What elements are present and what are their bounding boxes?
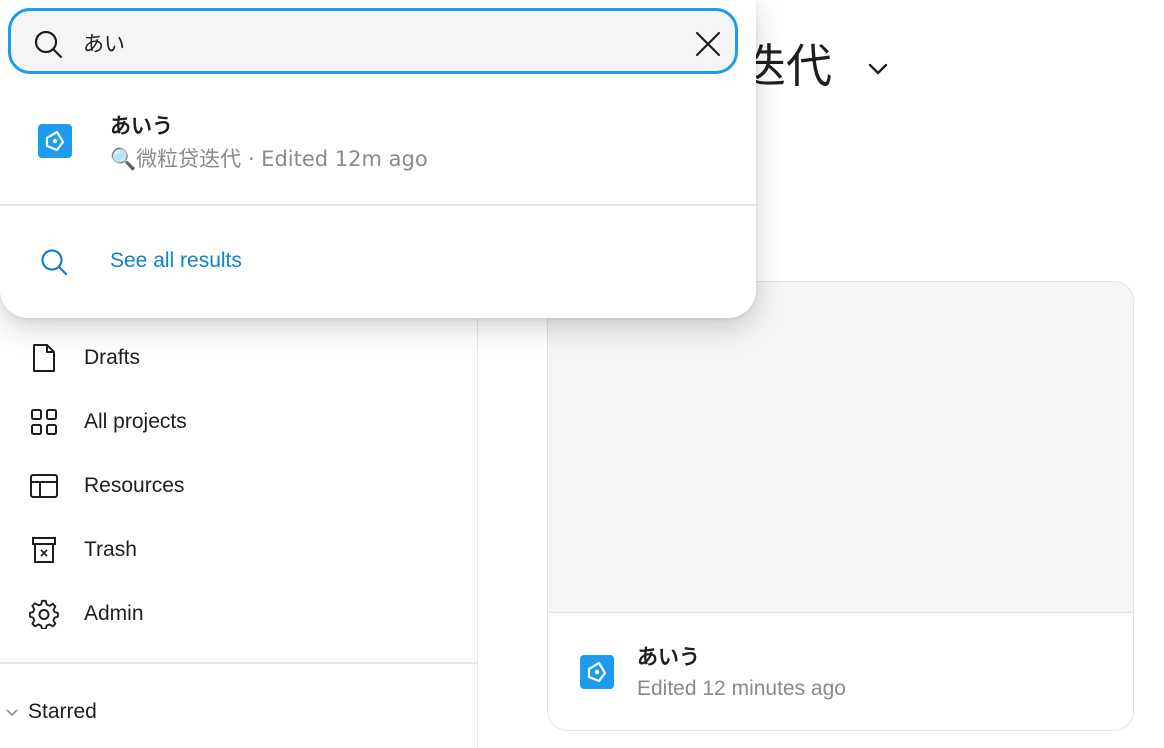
sidebar-item-admin[interactable]: Admin [28,594,468,634]
file-name: あいう [637,646,700,669]
see-all-results-label: See all results [110,249,242,272]
search-input[interactable] [81,23,665,63]
file-card[interactable]: あいう Edited 12 minutes ago [547,281,1134,731]
starred-label: Starred [28,700,97,723]
search-icon [41,249,68,276]
design-file-icon [580,655,614,689]
search-icon [34,30,63,59]
sidebar-item-label: Resources [84,474,185,497]
sidebar-item-label: Drafts [84,346,141,369]
search-result-item[interactable]: あいう 🔍微粒贷迭代 · Edited 12m ago [0,96,756,184]
sidebar-item-drafts[interactable]: Drafts [28,338,468,378]
layout-icon [28,470,60,502]
file-meta: Edited 12 minutes ago [637,677,846,700]
file-thumbnail [548,282,1133,613]
chevron-down-icon[interactable] [865,56,891,82]
sidebar-item-trash[interactable]: Trash [28,530,468,570]
result-name: あいう [110,114,173,138]
see-all-results-button[interactable]: See all results [0,238,756,286]
sidebar-divider [0,662,477,664]
sidebar-item-label: Trash [84,538,137,561]
trash-icon [28,534,60,566]
sidebar-item-all-projects[interactable]: All projects [28,402,468,442]
close-icon[interactable] [693,29,723,59]
sidebar-item-resources[interactable]: Resources [28,466,468,506]
gear-icon [28,598,60,630]
sidebar-item-label: Admin [84,602,144,625]
search-dropdown: あいう 🔍微粒贷迭代 · Edited 12m ago See all resu… [0,0,756,318]
grid-icon [28,406,60,438]
dropdown-divider [0,204,756,206]
starred-section-toggle[interactable]: Starred [4,694,97,730]
sidebar-item-label: All projects [84,410,187,433]
chevron-down-icon [6,709,18,717]
result-meta: 🔍微粒贷迭代 · Edited 12m ago [110,147,428,171]
design-file-icon [38,124,72,158]
search-field[interactable] [8,8,738,74]
file-icon [28,342,60,374]
